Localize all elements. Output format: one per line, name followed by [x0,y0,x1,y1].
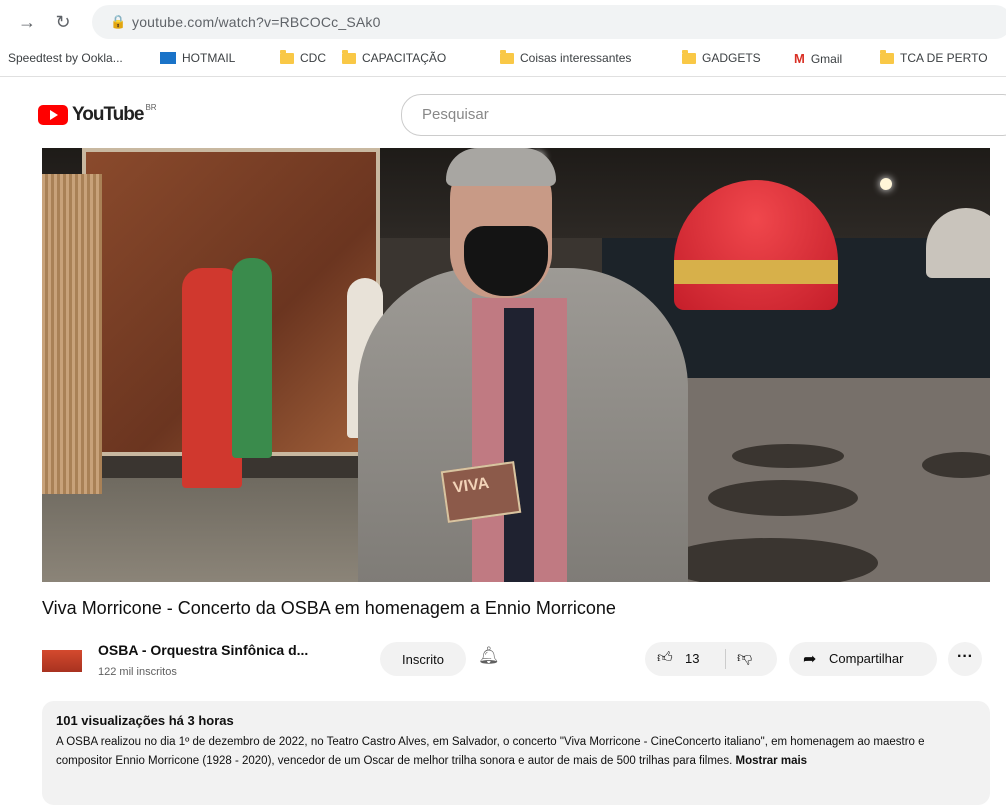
youtube-header: YouTube BR Pesquisar [0,77,1006,143]
more-actions-button[interactable]: ··· [948,642,982,676]
bookmark-coisas-interessantes[interactable]: Coisas interessantes [500,49,632,65]
video-scene-fringe-costume [42,174,102,494]
channel-name[interactable]: OSBA - Orquestra Sinfônica d... [98,642,308,658]
show-more-link[interactable]: Mostrar mais [735,755,807,767]
bookmark-tca-de-perto[interactable]: TCA DE PERTO [880,49,988,65]
video-scene-light [880,178,892,190]
like-count: 13 [685,651,700,666]
bookmark-capacitacao[interactable]: CAPACITAÇÃO [342,49,447,65]
reload-icon[interactable]: ↻ [50,9,76,35]
folder-icon [880,49,894,64]
gmail-icon: M [794,51,805,66]
bookmark-label: Gmail [810,51,843,66]
booklet-text: VIVA [452,474,491,497]
thumbs-up-icon[interactable]: 👍︎ [657,649,673,667]
address-bar[interactable]: 🔒 youtube.com/watch?v=RBCOCc_SAk0 [92,5,1006,39]
bookmark-label: Speedtest by Ookla... [8,51,123,65]
folder-icon [280,49,294,64]
video-player[interactable]: VIVA [42,148,990,582]
share-button[interactable]: ➦ Compartilhar [789,642,937,676]
bookmarks-bar: Speedtest by Ookla... HOTMAIL CDC CAPACI… [0,44,1006,77]
share-label: Compartilhar [829,651,904,666]
description-box[interactable]: 101 visualizações há 3 horas A OSBA real… [42,701,990,805]
url-text: youtube.com/watch?v=RBCOCc_SAk0 [132,14,381,30]
bookmark-label: GADGETS [702,51,761,65]
bookmark-hotmail[interactable]: HOTMAIL [160,51,235,65]
bookmark-speedtest[interactable]: Speedtest by Ookla... [8,51,123,65]
like-divider [725,649,726,669]
bookmark-gadgets[interactable]: GADGETS [682,49,761,65]
thumbs-down-icon[interactable]: 👎︎ [737,649,752,667]
video-scene-program-booklet: VIVA [440,461,522,523]
video-scene-canopy-fringe [674,260,838,284]
hotmail-icon [160,52,176,64]
youtube-wordmark: YouTube [72,104,144,125]
more-icon: ··· [957,648,973,665]
subscribed-label: Inscrito [402,651,444,667]
youtube-logo[interactable]: YouTube BR [38,102,157,126]
share-arrow-icon: ➦ [803,651,817,668]
bookmark-label: HOTMAIL [182,51,236,65]
bookmark-label: CDC [300,51,326,65]
bookmark-gmail[interactable]: M Gmail [794,51,842,66]
search-input[interactable]: Pesquisar [401,94,1006,136]
video-scene-green-costume [232,258,272,458]
bookmark-label: Coisas interessantes [520,51,632,65]
folder-icon [500,49,514,64]
folder-icon [342,49,356,64]
like-dislike-group: 👍︎ 13 👎︎ [645,642,777,676]
back-arrow-icon[interactable]: → [14,9,40,35]
video-owner-row: OSBA - Orquestra Sinfônica d... 122 mil … [42,638,992,688]
description-text: A OSBA realizou no dia 1º de dezembro de… [56,733,976,771]
video-scene-presenter-hair [446,148,556,186]
channel-avatar[interactable] [42,650,82,672]
search-placeholder: Pesquisar [422,106,489,123]
subscribed-button[interactable]: Inscrito [380,642,466,676]
video-title: Viva Morricone - Concerto da OSBA em hom… [42,598,616,618]
video-scene-presenter-tie [504,308,534,582]
bell-icon[interactable]: 🔔︎ [478,646,500,666]
view-count-and-date: 101 visualizações há 3 horas [56,713,234,728]
video-scene-floor-disc [708,480,858,516]
folder-icon [682,49,696,64]
bookmark-cdc[interactable]: CDC [280,49,326,65]
bookmark-label: CAPACITAÇÃO [362,51,447,65]
lock-icon: 🔒 [110,14,127,29]
bookmark-label: TCA DE PERTO [900,51,988,65]
youtube-play-icon [38,105,68,125]
video-scene-floor-disc [732,444,844,468]
video-scene-floor-disc [662,538,878,582]
subscriber-count: 122 mil inscritos [98,666,177,678]
country-code: BR [145,102,157,112]
browser-toolbar: → ↻ 🔒 youtube.com/watch?v=RBCOCc_SAk0 [0,0,1006,44]
